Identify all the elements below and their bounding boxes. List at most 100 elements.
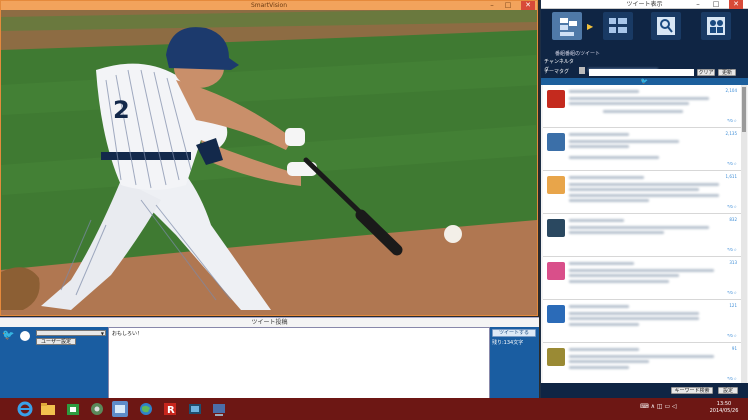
tweet-text-blurred — [603, 110, 683, 113]
retweet-count: 2,104 — [725, 88, 737, 93]
desktop: SmartVision – □ ✕ 2 ツイート表示 – □ ✕ ▶ 番組番組の… — [0, 0, 748, 420]
account-select[interactable]: ▼ — [36, 330, 106, 336]
list-view-icon[interactable] — [603, 12, 633, 40]
video-window-title: SmartVision — [250, 2, 288, 9]
retweet-count: 313 — [729, 260, 737, 265]
store-icon[interactable] — [65, 401, 81, 417]
video-app-icon[interactable] — [187, 401, 203, 417]
video-window-titlebar[interactable]: SmartVision – □ ✕ — [1, 1, 537, 10]
close-button[interactable]: ✕ — [521, 1, 535, 10]
video-player-window: SmartVision – □ ✕ 2 — [0, 0, 538, 316]
avatar[interactable] — [547, 219, 565, 237]
tweet-item[interactable]: 313 ↰↻☆ — [543, 257, 741, 300]
tweet-text-blurred — [569, 97, 709, 100]
program-tweets-mode-icon[interactable] — [552, 12, 582, 40]
avatar[interactable] — [547, 90, 565, 108]
tweet-close-button[interactable]: ✕ — [729, 0, 743, 9]
settings-button[interactable]: 設定 — [718, 387, 738, 394]
tweet-text-blurred — [569, 274, 679, 277]
tweet-minimize-button[interactable]: – — [691, 0, 705, 9]
reply-retweet-favorite-icons[interactable]: ↰↻☆ — [727, 333, 737, 338]
refresh-button[interactable]: 更新 — [718, 69, 736, 76]
tweet-item[interactable]: 91 ↰↻☆ — [543, 343, 741, 383]
mode-arrow-icon: ▶ — [587, 22, 594, 31]
avatar[interactable] — [547, 176, 565, 194]
channel-tag-row: チャンネルタグ — [544, 58, 659, 73]
theme-tag-checkbox[interactable] — [578, 69, 585, 74]
avatar[interactable] — [547, 305, 565, 323]
avatar[interactable] — [547, 133, 565, 151]
tweet-item[interactable]: 1,611 ↰↻☆ — [543, 171, 741, 214]
svg-text:R: R — [167, 405, 175, 416]
reply-retweet-favorite-icons[interactable]: ↰↻☆ — [727, 204, 737, 209]
tweet-text-blurred — [569, 90, 639, 93]
maximize-button[interactable]: □ — [501, 1, 515, 10]
chevron-down-icon: ▼ — [100, 331, 104, 336]
tweet-text-blurred — [569, 176, 644, 179]
svg-text:2: 2 — [113, 96, 130, 124]
avatar[interactable] — [547, 348, 565, 366]
system-tray-icons[interactable]: ⌨ ∧ ◫ ▭ ◁ — [640, 403, 677, 410]
clock-date: 2014/05/26 — [709, 408, 739, 414]
taskbar: R ⌨ ∧ ◫ ▭ ◁ 13:50 2014/05/26 — [0, 398, 748, 420]
tweet-list[interactable]: 2,104 ↰↻☆ 2,135 ↰↻☆ 1,611 ↰↻☆ 832 ↰↻☆ 313 ↰↻☆ 121 ↰… — [543, 85, 741, 383]
twitter-bird-icon: 🐦 — [541, 78, 748, 85]
tweet-text-blurred — [569, 140, 679, 143]
tweet-text-blurred — [569, 269, 714, 272]
tweet-text-blurred — [569, 102, 689, 105]
tweet-text-blurred — [569, 156, 659, 159]
minimize-button[interactable]: – — [485, 1, 499, 10]
user-settings-button[interactable]: ユーザー設定 — [36, 338, 76, 345]
theme-tag-input[interactable] — [589, 69, 694, 76]
tweet-display-window: ツイート表示 – □ ✕ ▶ 番組番組のツイート チャンネルタグ テーマタグ ク… — [540, 0, 748, 398]
clock-time: 13:50 — [716, 401, 732, 407]
tweet-item[interactable]: 121 ↰↻☆ — [543, 300, 741, 343]
scrollbar-thumb[interactable] — [742, 87, 746, 132]
reply-retweet-favorite-icons[interactable]: ↰↻☆ — [727, 376, 737, 381]
twitter-bird-icon: 🐦 — [2, 330, 15, 341]
r-app-icon[interactable]: R — [162, 401, 178, 417]
tweet-window-titlebar[interactable]: ツイート表示 – □ ✕ — [541, 0, 748, 9]
reply-retweet-favorite-icons[interactable]: ↰↻☆ — [727, 247, 737, 252]
clock[interactable]: 13:50 2014/05/26 — [702, 401, 746, 415]
tweet-item[interactable]: 2,104 ↰↻☆ — [543, 85, 741, 128]
post-account-panel: 🐦 ▼ ユーザー設定 — [0, 327, 108, 399]
tweet-text-blurred — [569, 355, 714, 358]
file-explorer-icon[interactable] — [40, 401, 56, 417]
tweet-item[interactable]: 832 ↰↻☆ — [543, 214, 741, 257]
smartvision-app-icon[interactable] — [112, 401, 128, 417]
post-window-titlebar[interactable]: ツイート投稿 — [0, 318, 539, 327]
tweet-text-input[interactable]: おもしろい！ — [108, 327, 490, 399]
tv-app-icon[interactable] — [211, 401, 227, 417]
tweet-text-blurred — [569, 360, 649, 363]
tweet-item[interactable]: 2,135 ↰↻☆ — [543, 128, 741, 171]
tweet-text-blurred — [569, 348, 639, 351]
reply-retweet-favorite-icons[interactable]: ↰↻☆ — [727, 118, 737, 123]
people-icon[interactable] — [701, 12, 731, 40]
tweet-text-blurred — [569, 366, 629, 369]
reply-retweet-favorite-icons[interactable]: ↰↻☆ — [727, 161, 737, 166]
tweet-text-blurred — [569, 317, 699, 320]
browser-globe-icon[interactable] — [138, 401, 154, 417]
tweet-text-blurred — [569, 305, 629, 308]
post-action-panel: ツイートする 残り:134文字 — [490, 327, 539, 399]
tweet-text-blurred — [569, 133, 629, 136]
retweet-count: 1,611 — [725, 174, 737, 179]
search-user-icon[interactable] — [651, 12, 681, 40]
clear-button[interactable]: クリア — [697, 69, 715, 76]
retweet-count: 2,135 — [725, 131, 737, 136]
baseball-video-frame[interactable]: 2 — [1, 10, 537, 316]
theme-tag-label: テーマタグ — [544, 69, 570, 75]
avatar[interactable] — [547, 262, 565, 280]
tweet-list-scrollbar[interactable] — [741, 85, 747, 383]
keyword-search-button[interactable]: キーワード検索 — [671, 387, 713, 394]
retweet-count: 121 — [729, 303, 737, 308]
tweet-text-blurred — [569, 262, 634, 265]
tweet-button[interactable]: ツイートする — [492, 329, 536, 337]
retweet-count: 832 — [729, 217, 737, 222]
internet-explorer-icon[interactable] — [17, 401, 33, 417]
reply-retweet-favorite-icons[interactable]: ↰↻☆ — [727, 290, 737, 295]
tweet-maximize-button[interactable]: □ — [709, 0, 723, 9]
tweet-panel-footer: キーワード検索 設定 — [541, 383, 748, 398]
media-player-icon[interactable] — [89, 401, 105, 417]
